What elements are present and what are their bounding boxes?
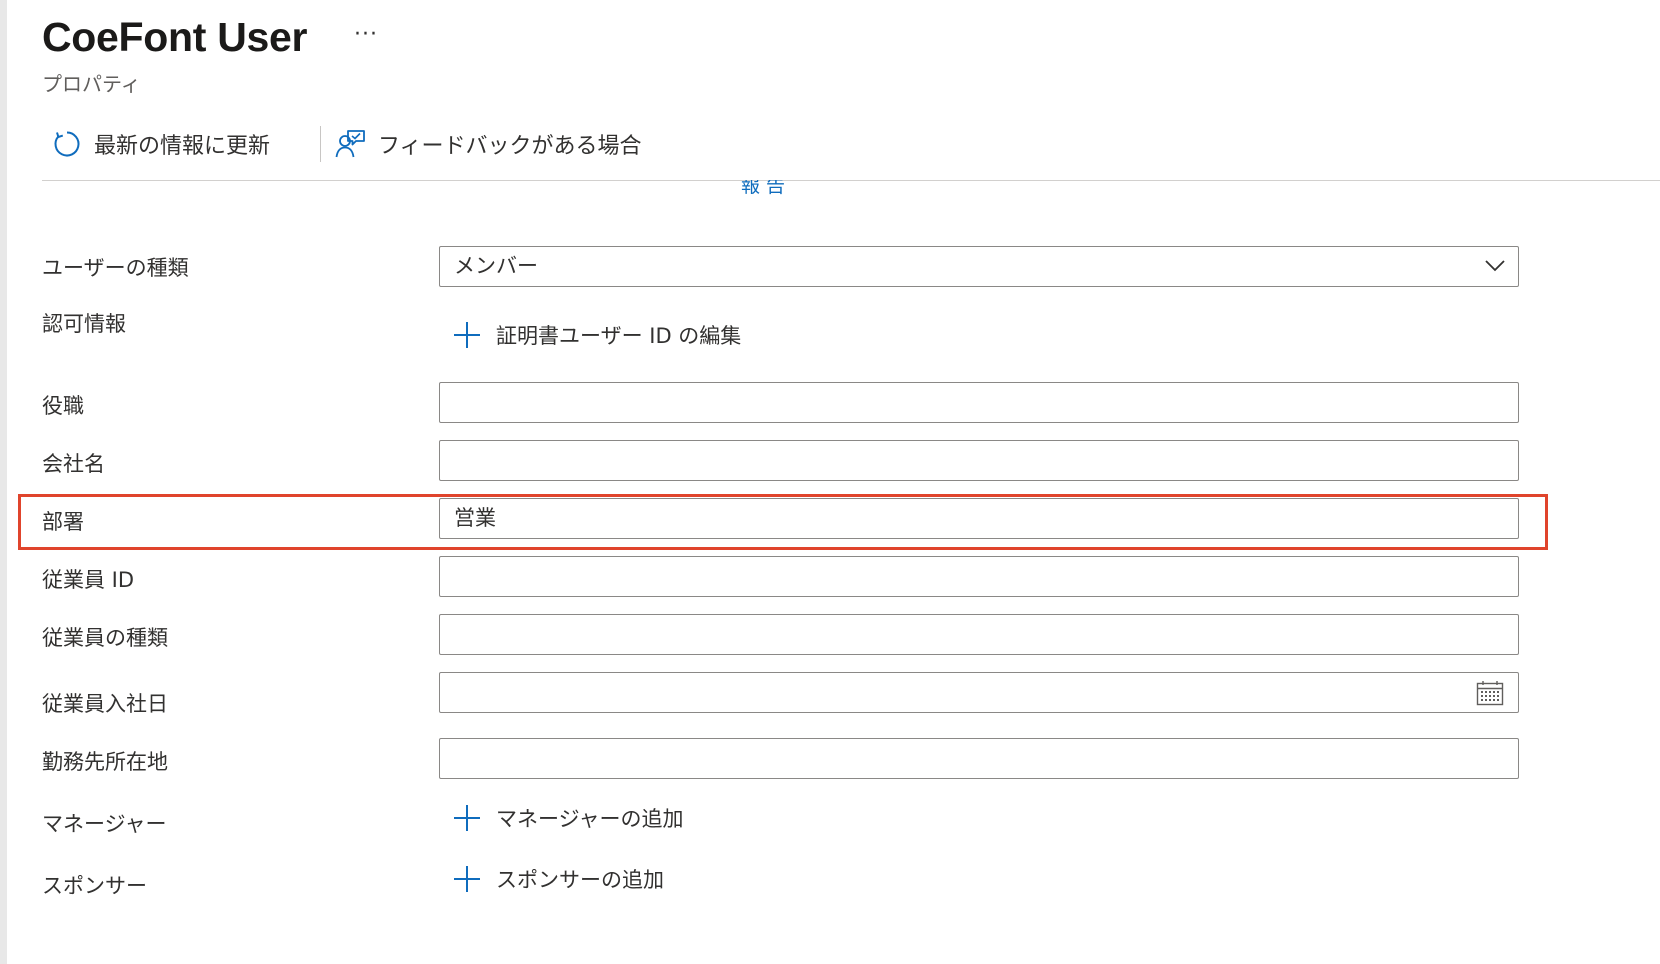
user-type-label: ユーザーの種類: [42, 256, 189, 280]
header-divider: [42, 180, 1660, 181]
chevron-down-icon: [1485, 260, 1505, 272]
company-name-input[interactable]: [439, 440, 1519, 481]
employee-id-input[interactable]: [439, 556, 1519, 597]
refresh-button[interactable]: 最新の情報に更新: [52, 118, 270, 170]
edit-certificate-user-id-button[interactable]: 証明書ユーザー ID の編集: [452, 320, 741, 350]
left-edge-bar: [0, 0, 7, 964]
page-title: CoeFont User: [42, 14, 308, 60]
authorization-label: 認可情報: [42, 312, 126, 336]
clipped-text: 報 告: [741, 180, 785, 202]
add-sponsor-button[interactable]: スポンサーの追加: [452, 864, 664, 894]
sponsor-label: スポンサー: [42, 874, 147, 898]
clipped-text-content: 報 告: [741, 180, 786, 197]
feedback-button[interactable]: フィードバックがある場合: [334, 118, 642, 170]
page-subtitle: プロパティ: [42, 72, 141, 96]
employee-id-label: 従業員 ID: [42, 568, 135, 592]
toolbar-separator: [320, 126, 321, 162]
user-type-value: メンバー: [454, 254, 538, 278]
hire-date-input[interactable]: [439, 672, 1519, 713]
plus-icon: [454, 805, 480, 831]
calendar-icon[interactable]: [1476, 680, 1504, 706]
feedback-icon: [335, 130, 365, 158]
department-input[interactable]: 営業: [439, 498, 1519, 539]
more-options-button[interactable]: ···: [354, 22, 378, 47]
office-location-label: 勤務先所在地: [42, 750, 168, 774]
add-manager-label: マネージャーの追加: [496, 807, 684, 831]
employee-type-input[interactable]: [439, 614, 1519, 655]
manager-label: マネージャー: [42, 812, 167, 836]
office-location-input[interactable]: [439, 738, 1519, 779]
job-title-input[interactable]: [439, 382, 1519, 423]
plus-icon: [454, 322, 480, 348]
feedback-label: フィードバックがある場合: [378, 134, 642, 159]
employee-type-label: 従業員の種類: [42, 626, 168, 650]
job-title-label: 役職: [42, 394, 84, 418]
user-type-dropdown[interactable]: メンバー: [439, 246, 1519, 287]
plus-icon: [454, 866, 480, 892]
department-label: 部署: [42, 510, 84, 534]
command-bar: 最新の情報に更新 フィードバックがある場合: [42, 118, 1660, 170]
add-manager-button[interactable]: マネージャーの追加: [452, 803, 684, 833]
edit-certificate-user-id-label: 証明書ユーザー ID の編集: [496, 324, 742, 348]
refresh-icon: [54, 131, 80, 157]
refresh-label: 最新の情報に更新: [94, 134, 271, 159]
add-sponsor-label: スポンサーの追加: [496, 868, 664, 892]
company-name-label: 会社名: [42, 452, 105, 476]
hire-date-label: 従業員入社日: [42, 692, 168, 716]
properties-page: CoeFont User ··· プロパティ 最新の情報に更新 フィードバックが…: [18, 0, 1660, 964]
